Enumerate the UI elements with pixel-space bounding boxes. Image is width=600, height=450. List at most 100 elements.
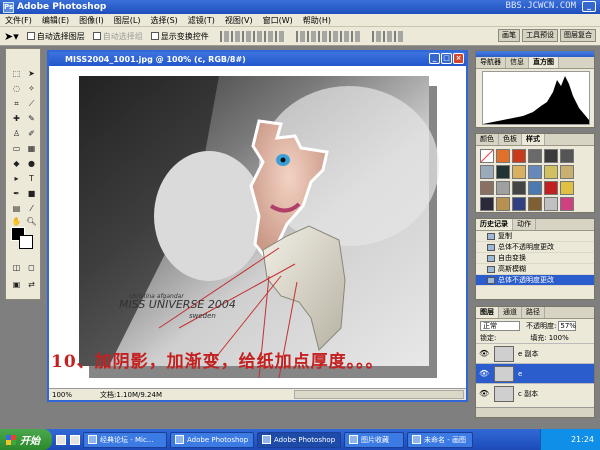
style-swatch[interactable] xyxy=(544,181,558,195)
history-item[interactable]: 复制 xyxy=(476,231,594,242)
zoom-tool-icon[interactable]: 🔍︎ xyxy=(25,215,38,228)
blur-tool-icon[interactable]: ◆ xyxy=(10,157,23,170)
palette-tab-tool-presets[interactable]: 工具预设 xyxy=(522,29,558,42)
horizontal-scrollbar[interactable] xyxy=(294,390,464,399)
menu-image[interactable]: 图像(I) xyxy=(74,15,109,26)
tab-layers[interactable]: 图层 xyxy=(476,307,499,318)
task-button-paint[interactable]: 未命名 - 画图 xyxy=(407,431,473,448)
style-swatch[interactable] xyxy=(512,149,526,163)
history-item-selected[interactable]: 总体不透明度更改 xyxy=(476,275,594,286)
menu-file[interactable]: 文件(F) xyxy=(0,15,37,26)
style-swatch[interactable] xyxy=(560,181,574,195)
doc-minimize-button[interactable]: _ xyxy=(429,53,440,64)
image-canvas[interactable]: christina afgandar MISS UNIVERSE 2004 sw… xyxy=(49,66,466,388)
menu-view[interactable]: 视图(V) xyxy=(220,15,258,26)
lasso-tool-icon[interactable]: ◌ xyxy=(10,82,23,95)
healing-brush-icon[interactable]: ✚ xyxy=(10,112,23,125)
path-select-icon[interactable]: ▸ xyxy=(10,172,23,185)
style-swatch[interactable] xyxy=(512,165,526,179)
move-tool-icon[interactable]: ➤▾ xyxy=(4,30,19,43)
doc-close-button[interactable]: × xyxy=(453,53,464,64)
eyedropper-icon[interactable]: ⁄ xyxy=(25,202,38,215)
eraser-tool-icon[interactable]: ▭ xyxy=(10,142,23,155)
tab-history[interactable]: 历史记录 xyxy=(476,219,513,230)
menu-select[interactable]: 选择(S) xyxy=(145,15,182,26)
visibility-eye-icon[interactable]: 👁︎ xyxy=(479,349,490,359)
blend-mode-select[interactable]: 正常 xyxy=(480,320,520,331)
task-button-photoshop-1[interactable]: Adobe Photoshop xyxy=(170,431,254,448)
style-swatch[interactable] xyxy=(528,149,542,163)
fill-input[interactable]: 100% xyxy=(549,334,569,342)
marquee-tool-icon[interactable]: ⬚ xyxy=(10,67,23,80)
dodge-tool-icon[interactable]: ● xyxy=(25,157,38,170)
start-button[interactable]: 开始 xyxy=(0,429,52,450)
tab-swatches[interactable]: 色板 xyxy=(499,134,522,145)
tab-channels[interactable]: 通道 xyxy=(499,307,522,318)
history-item[interactable]: 总体不透明度更改 xyxy=(476,242,594,253)
arrange-buttons[interactable] xyxy=(371,30,404,42)
clone-stamp-icon[interactable]: ♙ xyxy=(10,127,23,140)
style-swatch[interactable] xyxy=(480,165,494,179)
clock[interactable]: 21:24 xyxy=(571,435,594,444)
palette-tab-layer-comps[interactable]: 图层复合 xyxy=(560,29,596,42)
zoom-level[interactable]: 100% xyxy=(52,391,72,399)
notes-tool-icon[interactable]: ▤ xyxy=(10,202,23,215)
doc-maximize-button[interactable]: □ xyxy=(441,53,452,64)
standard-mode-icon[interactable]: ◻ xyxy=(25,261,38,274)
tab-histogram[interactable]: 直方图 xyxy=(529,57,559,68)
style-swatch[interactable] xyxy=(496,165,510,179)
menu-layer[interactable]: 图层(L) xyxy=(109,15,146,26)
tab-info[interactable]: 信息 xyxy=(506,57,529,68)
layer-row-selected[interactable]: 👁︎ e xyxy=(476,363,594,383)
tab-color[interactable]: 颜色 xyxy=(476,134,499,145)
palette-tab-brushes[interactable]: 画笔 xyxy=(498,29,520,42)
style-swatch[interactable] xyxy=(528,197,542,211)
slice-tool-icon[interactable]: ⟋ xyxy=(25,97,38,110)
style-swatch[interactable] xyxy=(544,149,558,163)
style-swatch[interactable] xyxy=(480,149,494,163)
style-swatch[interactable] xyxy=(496,181,510,195)
tab-navigator[interactable]: 导航器 xyxy=(476,57,506,68)
history-brush-icon[interactable]: ✐ xyxy=(25,127,38,140)
opacity-input[interactable]: 57% xyxy=(558,320,577,331)
auto-select-group-checkbox[interactable]: 自动选择组 xyxy=(92,31,143,42)
quicklaunch-desktop-icon[interactable] xyxy=(56,434,66,445)
imageready-icon[interactable]: ⇄ xyxy=(25,278,38,291)
distribute-buttons[interactable] xyxy=(295,30,361,42)
quick-mask-icon[interactable]: ◫ xyxy=(10,261,23,274)
layer-row[interactable]: 👁︎ e 副本 xyxy=(476,343,594,363)
type-tool-icon[interactable]: T xyxy=(25,172,38,185)
document-size[interactable]: 文档:1.10M/9.24M xyxy=(100,390,162,400)
task-button-photoshop-2[interactable]: Adobe Photoshop xyxy=(257,431,341,448)
style-swatch[interactable] xyxy=(512,197,526,211)
tab-actions[interactable]: 动作 xyxy=(513,219,536,230)
tab-styles[interactable]: 样式 xyxy=(522,134,545,145)
menu-window[interactable]: 窗口(W) xyxy=(258,15,298,26)
align-buttons[interactable] xyxy=(219,30,285,42)
style-swatch[interactable] xyxy=(560,165,574,179)
style-swatch[interactable] xyxy=(560,149,574,163)
minimize-button[interactable]: _ xyxy=(582,1,596,12)
visibility-eye-icon[interactable]: 👁︎ xyxy=(479,389,490,399)
style-swatch[interactable] xyxy=(496,149,510,163)
tab-paths[interactable]: 路径 xyxy=(522,307,545,318)
style-swatch[interactable] xyxy=(560,197,574,211)
crop-tool-icon[interactable]: ⌗ xyxy=(10,97,23,110)
quicklaunch-ie-icon[interactable] xyxy=(70,434,80,445)
style-swatch[interactable] xyxy=(480,181,494,195)
history-item[interactable]: 高斯模糊 xyxy=(476,264,594,275)
style-swatch[interactable] xyxy=(528,165,542,179)
background-color-swatch[interactable] xyxy=(19,235,33,249)
style-swatch[interactable] xyxy=(512,181,526,195)
visibility-eye-icon[interactable]: 👁︎ xyxy=(479,369,490,379)
pen-tool-icon[interactable]: ✒ xyxy=(10,187,23,200)
gradient-tool-icon[interactable]: ▦ xyxy=(25,142,38,155)
menu-edit[interactable]: 编辑(E) xyxy=(37,15,74,26)
style-swatch[interactable] xyxy=(528,181,542,195)
task-button-forum[interactable]: 经典论坛 - Mic... xyxy=(83,431,167,448)
layer-row[interactable]: 👁︎ c 副本 xyxy=(476,383,594,403)
menu-help[interactable]: 帮助(H) xyxy=(298,15,336,26)
screen-mode-icon[interactable]: ▣ xyxy=(10,278,23,291)
shape-tool-icon[interactable]: ■ xyxy=(25,187,38,200)
style-swatch[interactable] xyxy=(544,165,558,179)
